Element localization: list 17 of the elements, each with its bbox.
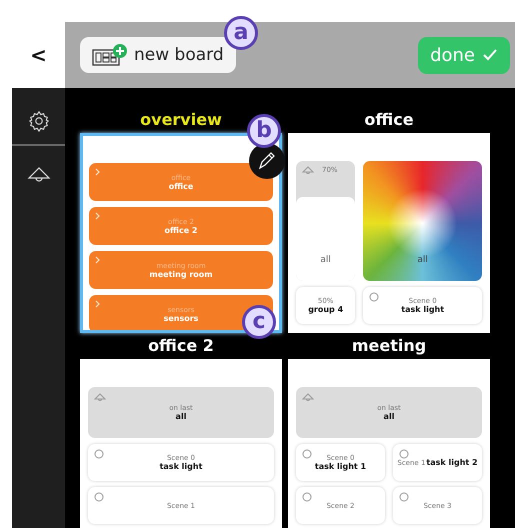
tile-name: all [176,412,186,421]
tile-name: all [417,255,428,265]
tile-name: meeting room [149,270,213,278]
tile-name: task light 1 [314,462,366,471]
board-title: office [364,109,414,131]
tile-name: task light [401,305,444,314]
tile-name: office [168,182,194,190]
board-title: overview [140,109,222,131]
tile-name: office 2 [164,226,198,234]
tile-name: task light 2 [426,458,478,467]
tile-name: all [384,412,394,421]
board-title: office 2 [148,335,214,357]
tile-name: all [320,255,331,265]
tile-name: task light [160,462,202,471]
tile-name: sensors [164,314,198,322]
tile-name: group 4 [308,305,344,314]
board-title: meeting [352,335,426,357]
